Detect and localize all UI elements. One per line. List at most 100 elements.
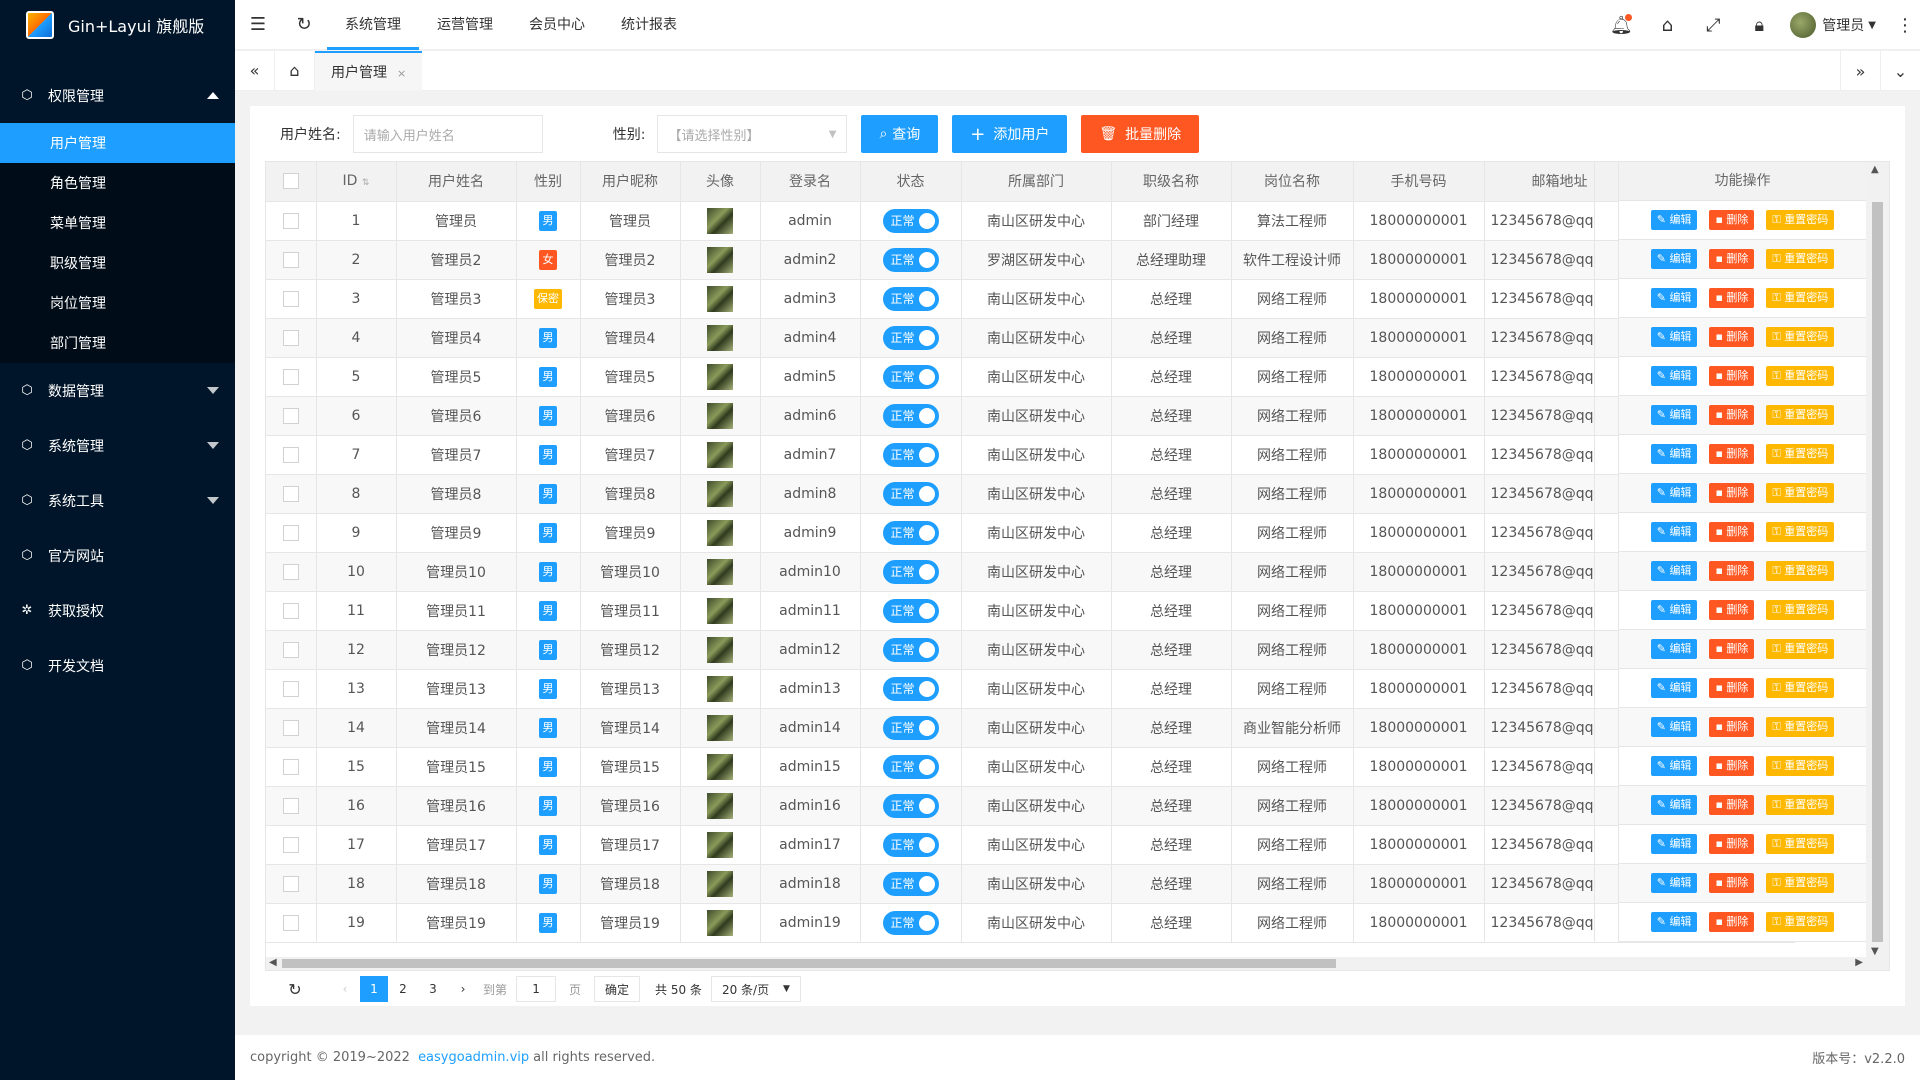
edit-button[interactable]: ✎ 编辑: [1650, 717, 1698, 737]
edit-button[interactable]: ✎ 编辑: [1650, 327, 1698, 347]
status-toggle[interactable]: 正常: [882, 442, 939, 467]
edit-button[interactable]: ✎ 编辑: [1650, 756, 1698, 776]
sidebar-item-depts[interactable]: 部门管理: [0, 323, 235, 363]
scrollbar-thumb[interactable]: [282, 959, 1336, 968]
edit-button[interactable]: ✎ 编辑: [1650, 834, 1698, 854]
row-checkbox[interactable]: [282, 329, 299, 346]
avatar-thumbnail[interactable]: [707, 285, 733, 312]
status-toggle[interactable]: 正常: [882, 208, 939, 233]
reset-password-button[interactable]: ⚿ 重置密码: [1766, 366, 1835, 386]
menu-toggle-icon[interactable]: ☰: [235, 0, 281, 50]
reset-password-button[interactable]: ⚿ 重置密码: [1766, 288, 1835, 308]
reset-password-button[interactable]: ⚿ 重置密码: [1766, 639, 1835, 659]
goto-page-input[interactable]: 1: [516, 976, 557, 1002]
topnav-system[interactable]: 系统管理: [327, 0, 419, 50]
menu-item-license[interactable]: ✲ 获取授权: [0, 583, 235, 638]
status-toggle[interactable]: 正常: [882, 832, 939, 857]
edit-button[interactable]: ✎ 编辑: [1650, 795, 1698, 815]
edit-button[interactable]: ✎ 编辑: [1650, 288, 1698, 308]
goto-confirm-button[interactable]: 确定: [594, 976, 641, 1002]
edit-button[interactable]: ✎ 编辑: [1650, 249, 1698, 269]
delete-button[interactable]: ▪ 删除: [1709, 210, 1755, 230]
reset-password-button[interactable]: ⚿ 重置密码: [1766, 483, 1835, 503]
row-checkbox[interactable]: [282, 524, 299, 541]
sidebar-item-levels[interactable]: 职级管理: [0, 243, 235, 283]
sidebar-item-menus[interactable]: 菜单管理: [0, 203, 235, 243]
status-toggle[interactable]: 正常: [882, 715, 939, 740]
edit-button[interactable]: ✎ 编辑: [1650, 366, 1698, 386]
lock-icon[interactable]: 🔒︎: [1736, 0, 1782, 50]
page-size-select[interactable]: 20 条/页 ▼: [710, 976, 801, 1002]
avatar-thumbnail[interactable]: [707, 324, 733, 351]
reset-password-button[interactable]: ⚿ 重置密码: [1766, 405, 1835, 425]
row-checkbox[interactable]: [282, 446, 299, 463]
reset-password-button[interactable]: ⚿ 重置密码: [1766, 717, 1835, 737]
reset-password-button[interactable]: ⚿ 重置密码: [1766, 249, 1835, 269]
query-button[interactable]: ⌕ 查询: [861, 115, 939, 153]
avatar-thumbnail[interactable]: [707, 636, 733, 663]
status-toggle[interactable]: 正常: [882, 598, 939, 623]
row-checkbox[interactable]: [282, 485, 299, 502]
avatar-thumbnail[interactable]: [707, 753, 733, 780]
delete-button[interactable]: ▪ 删除: [1709, 249, 1755, 269]
row-checkbox[interactable]: [282, 914, 299, 931]
edit-button[interactable]: ✎ 编辑: [1650, 639, 1698, 659]
delete-button[interactable]: ▪ 删除: [1709, 756, 1755, 776]
scroll-left-icon[interactable]: ◀: [269, 957, 277, 968]
menu-group-system[interactable]: ⬡ 系统管理: [0, 418, 235, 473]
reset-password-button[interactable]: ⚿ 重置密码: [1766, 444, 1835, 464]
avatar-thumbnail[interactable]: [707, 480, 733, 507]
delete-button[interactable]: ▪ 删除: [1709, 327, 1755, 347]
edit-button[interactable]: ✎ 编辑: [1650, 600, 1698, 620]
tabs-dropdown-icon[interactable]: ⌄: [1880, 51, 1920, 91]
edit-button[interactable]: ✎ 编辑: [1650, 405, 1698, 425]
delete-button[interactable]: ▪ 删除: [1709, 561, 1755, 581]
avatar-thumbnail[interactable]: [707, 207, 733, 234]
edit-button[interactable]: ✎ 编辑: [1650, 561, 1698, 581]
avatar-thumbnail[interactable]: [707, 246, 733, 273]
row-checkbox[interactable]: [282, 680, 299, 697]
bell-icon[interactable]: 🔔︎: [1598, 0, 1644, 50]
add-user-button[interactable]: + 添加用户: [952, 115, 1068, 153]
reset-password-button[interactable]: ⚿ 重置密码: [1766, 912, 1835, 932]
tag-icon[interactable]: ⌂: [1644, 0, 1690, 50]
delete-button[interactable]: ▪ 删除: [1709, 288, 1755, 308]
next-page-icon[interactable]: ›: [448, 982, 478, 996]
home-icon[interactable]: ⌂: [275, 50, 315, 91]
page-1[interactable]: 1: [360, 976, 388, 1002]
status-toggle[interactable]: 正常: [882, 871, 939, 896]
row-checkbox[interactable]: [282, 797, 299, 814]
prev-page-icon[interactable]: ‹: [330, 982, 360, 996]
status-toggle[interactable]: 正常: [882, 793, 939, 818]
avatar-thumbnail[interactable]: [707, 441, 733, 468]
tabs-scroll-right-icon[interactable]: »: [1840, 51, 1880, 91]
delete-button[interactable]: ▪ 删除: [1709, 639, 1755, 659]
tabs-scroll-left-icon[interactable]: «: [235, 50, 275, 91]
delete-button[interactable]: ▪ 删除: [1709, 717, 1755, 737]
delete-button[interactable]: ▪ 删除: [1709, 522, 1755, 542]
row-checkbox[interactable]: [282, 251, 299, 268]
edit-button[interactable]: ✎ 编辑: [1650, 522, 1698, 542]
delete-button[interactable]: ▪ 删除: [1709, 366, 1755, 386]
avatar-thumbnail[interactable]: [707, 831, 733, 858]
gender-select[interactable]: 【请选择性别】 ▼: [657, 115, 848, 153]
reset-password-button[interactable]: ⚿ 重置密码: [1766, 600, 1835, 620]
row-checkbox[interactable]: [282, 368, 299, 385]
more-vertical-icon[interactable]: ⋮: [1890, 0, 1920, 50]
page-3[interactable]: 3: [418, 982, 448, 996]
topnav-member[interactable]: 会员中心: [511, 0, 603, 50]
avatar-thumbnail[interactable]: [707, 558, 733, 585]
status-toggle[interactable]: 正常: [882, 754, 939, 779]
row-checkbox[interactable]: [282, 407, 299, 424]
avatar-thumbnail[interactable]: [707, 597, 733, 624]
delete-button[interactable]: ▪ 删除: [1709, 444, 1755, 464]
avatar-thumbnail[interactable]: [707, 870, 733, 897]
row-checkbox[interactable]: [282, 290, 299, 307]
status-toggle[interactable]: 正常: [882, 520, 939, 545]
reset-password-button[interactable]: ⚿ 重置密码: [1766, 795, 1835, 815]
row-checkbox[interactable]: [282, 875, 299, 892]
app-logo[interactable]: Gin+Layui 旗舰版: [0, 0, 235, 50]
vertical-scrollbar[interactable]: ▲ ▼: [1866, 162, 1889, 959]
status-toggle[interactable]: 正常: [882, 325, 939, 350]
menu-group-data[interactable]: ⬡ 数据管理: [0, 363, 235, 418]
